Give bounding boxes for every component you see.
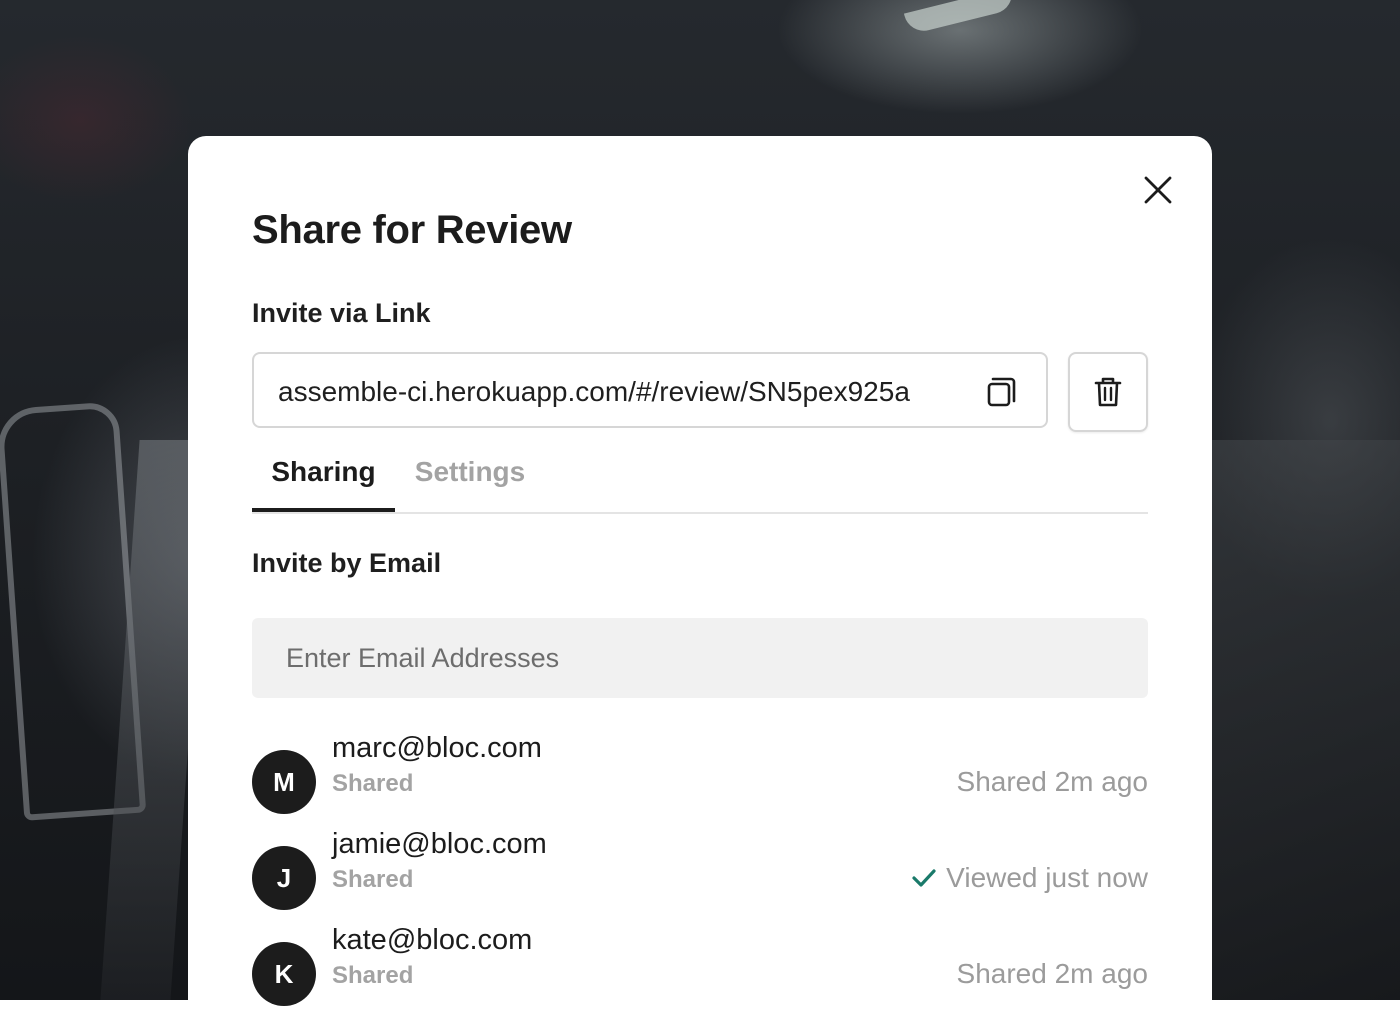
shared-user-row[interactable]: K kate@bloc.com Shared Shared 2m ago: [252, 924, 1148, 1022]
activity-text: Shared 2m ago: [956, 766, 1148, 797]
avatar: J: [252, 846, 316, 910]
close-button[interactable]: [1138, 170, 1178, 210]
copy-link-button[interactable]: [982, 372, 1022, 412]
user-activity-status: Viewed just now: [910, 846, 1148, 910]
share-link-field[interactable]: assemble-ci.herokuapp.com/#/review/SN5pe…: [252, 352, 1048, 428]
user-email: marc@bloc.com: [332, 732, 542, 764]
user-email: jamie@bloc.com: [332, 828, 547, 860]
tab-settings[interactable]: Settings: [395, 436, 545, 512]
email-input[interactable]: [252, 618, 1148, 698]
user-activity-status: Shared 2m ago: [957, 942, 1148, 1006]
activity-text: Shared 2m ago: [956, 958, 1148, 989]
avatar: K: [252, 942, 316, 1006]
user-share-status: Shared: [332, 866, 414, 893]
avatar: M: [252, 750, 316, 814]
invite-email-label: Invite by Email: [252, 548, 442, 578]
copy-icon: [987, 377, 1016, 407]
delete-link-button[interactable]: [1068, 352, 1148, 432]
invite-link-label: Invite via Link: [252, 298, 431, 328]
trash-icon: [1094, 377, 1122, 407]
user-email: kate@bloc.com: [332, 924, 533, 956]
background-car-panel: [1212, 440, 1400, 1000]
shared-user-row[interactable]: M marc@bloc.com Shared Shared 2m ago: [252, 732, 1148, 830]
user-share-status: Shared: [332, 962, 414, 989]
background-light: [903, 0, 1017, 35]
tab-bar: Sharing Settings: [252, 436, 1148, 514]
share-modal: Share for Review Invite via Link assembl…: [188, 136, 1212, 1036]
share-link-url: assemble-ci.herokuapp.com/#/review/SN5pe…: [278, 376, 910, 407]
shared-user-row[interactable]: J jamie@bloc.com Shared Viewed just now: [252, 828, 1148, 926]
tab-sharing[interactable]: Sharing: [252, 436, 395, 512]
close-icon: [1144, 176, 1172, 204]
checkmark-icon: [912, 869, 936, 887]
activity-text: Viewed just now: [946, 862, 1148, 893]
user-activity-status: Shared 2m ago: [957, 750, 1148, 814]
user-share-status: Shared: [332, 770, 414, 797]
modal-title: Share for Review: [252, 208, 572, 252]
